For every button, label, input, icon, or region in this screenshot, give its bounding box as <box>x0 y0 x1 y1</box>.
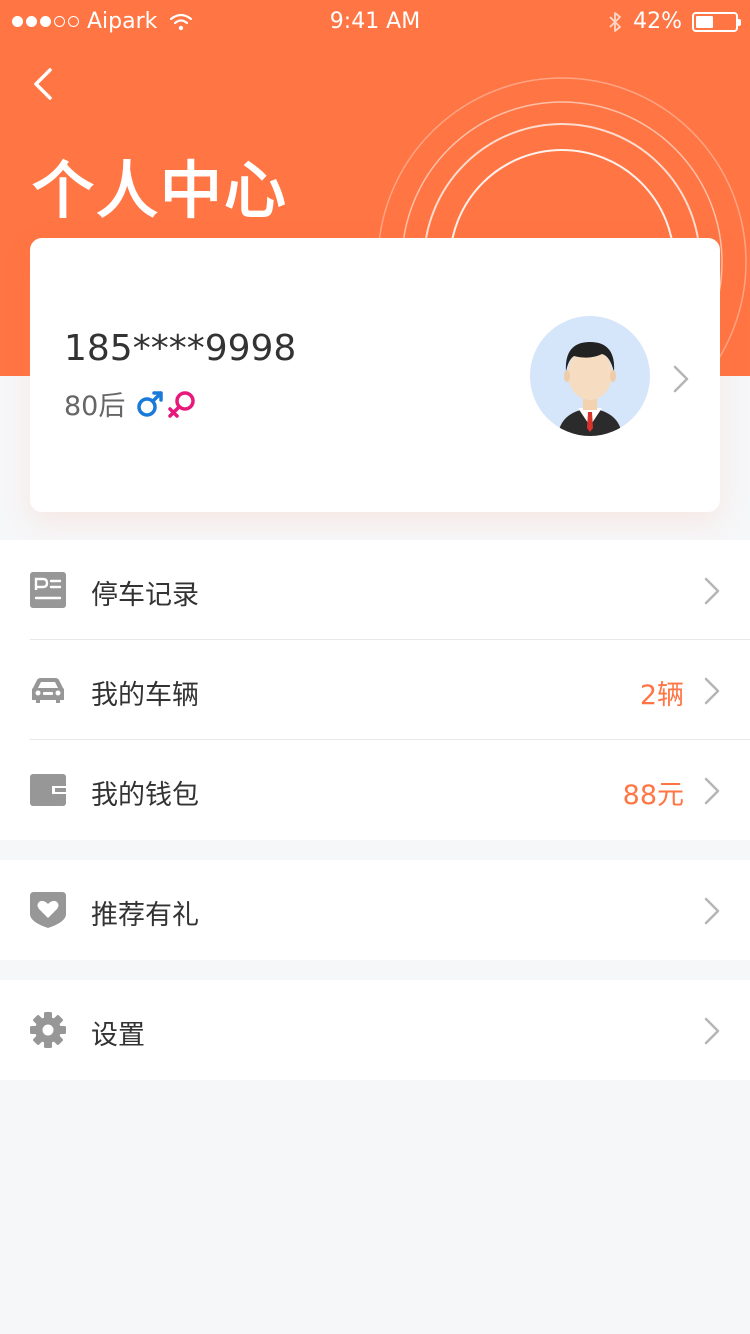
profile-card[interactable]: 185****9998 80后 <box>30 238 720 512</box>
menu-value: 2辆 <box>639 680 684 711</box>
profile-meta: 80后 <box>64 384 197 423</box>
car-icon <box>32 678 64 703</box>
menu-label: 推荐有礼 <box>91 900 199 931</box>
wallet-icon <box>30 774 66 806</box>
menu-label: 我的钱包 <box>91 780 199 811</box>
menu-item-settings[interactable]: 设置 <box>0 980 750 1080</box>
menu-item-parking-records[interactable]: 停车记录 <box>0 540 750 640</box>
male-icon <box>137 390 164 417</box>
chevron-right-icon <box>704 1017 720 1045</box>
chevron-right-icon <box>673 365 689 393</box>
menu-value: 88元 <box>622 780 684 811</box>
chevron-right-icon <box>704 677 720 705</box>
page-title: 个人中心 <box>32 154 289 227</box>
menu-label: 我的车辆 <box>91 680 199 711</box>
menu-group-settings: 设置 <box>0 980 750 1080</box>
menu-label: 停车记录 <box>91 580 199 611</box>
menu-item-my-vehicles[interactable]: 我的车辆 2辆 <box>0 640 750 740</box>
profile-age-group: 80后 <box>64 391 126 422</box>
menu-item-referral[interactable]: 推荐有礼 <box>0 860 750 960</box>
status-bar: Aipark 9:41 AM 42% <box>0 0 750 44</box>
parking-record-icon <box>30 572 66 608</box>
gender-icons <box>135 389 197 419</box>
profile-phone: 185****9998 <box>64 328 297 369</box>
menu-group-referral: 推荐有礼 <box>0 860 750 960</box>
chevron-right-icon <box>704 577 720 605</box>
gear-icon <box>30 1012 66 1048</box>
avatar <box>530 316 650 436</box>
menu-group-main: 停车记录 我的车辆 2辆 我的钱包 88元 <box>0 540 750 840</box>
battery-percent: 42% <box>633 9 682 34</box>
chevron-right-icon <box>704 777 720 805</box>
menu-item-my-wallet[interactable]: 我的钱包 88元 <box>0 740 750 840</box>
menu-label: 设置 <box>91 1020 145 1051</box>
female-icon <box>168 390 196 418</box>
chevron-right-icon <box>704 897 720 925</box>
bluetooth-icon <box>609 11 621 32</box>
battery-icon <box>692 11 741 32</box>
back-button[interactable] <box>26 64 62 104</box>
heart-gift-icon <box>30 892 66 928</box>
